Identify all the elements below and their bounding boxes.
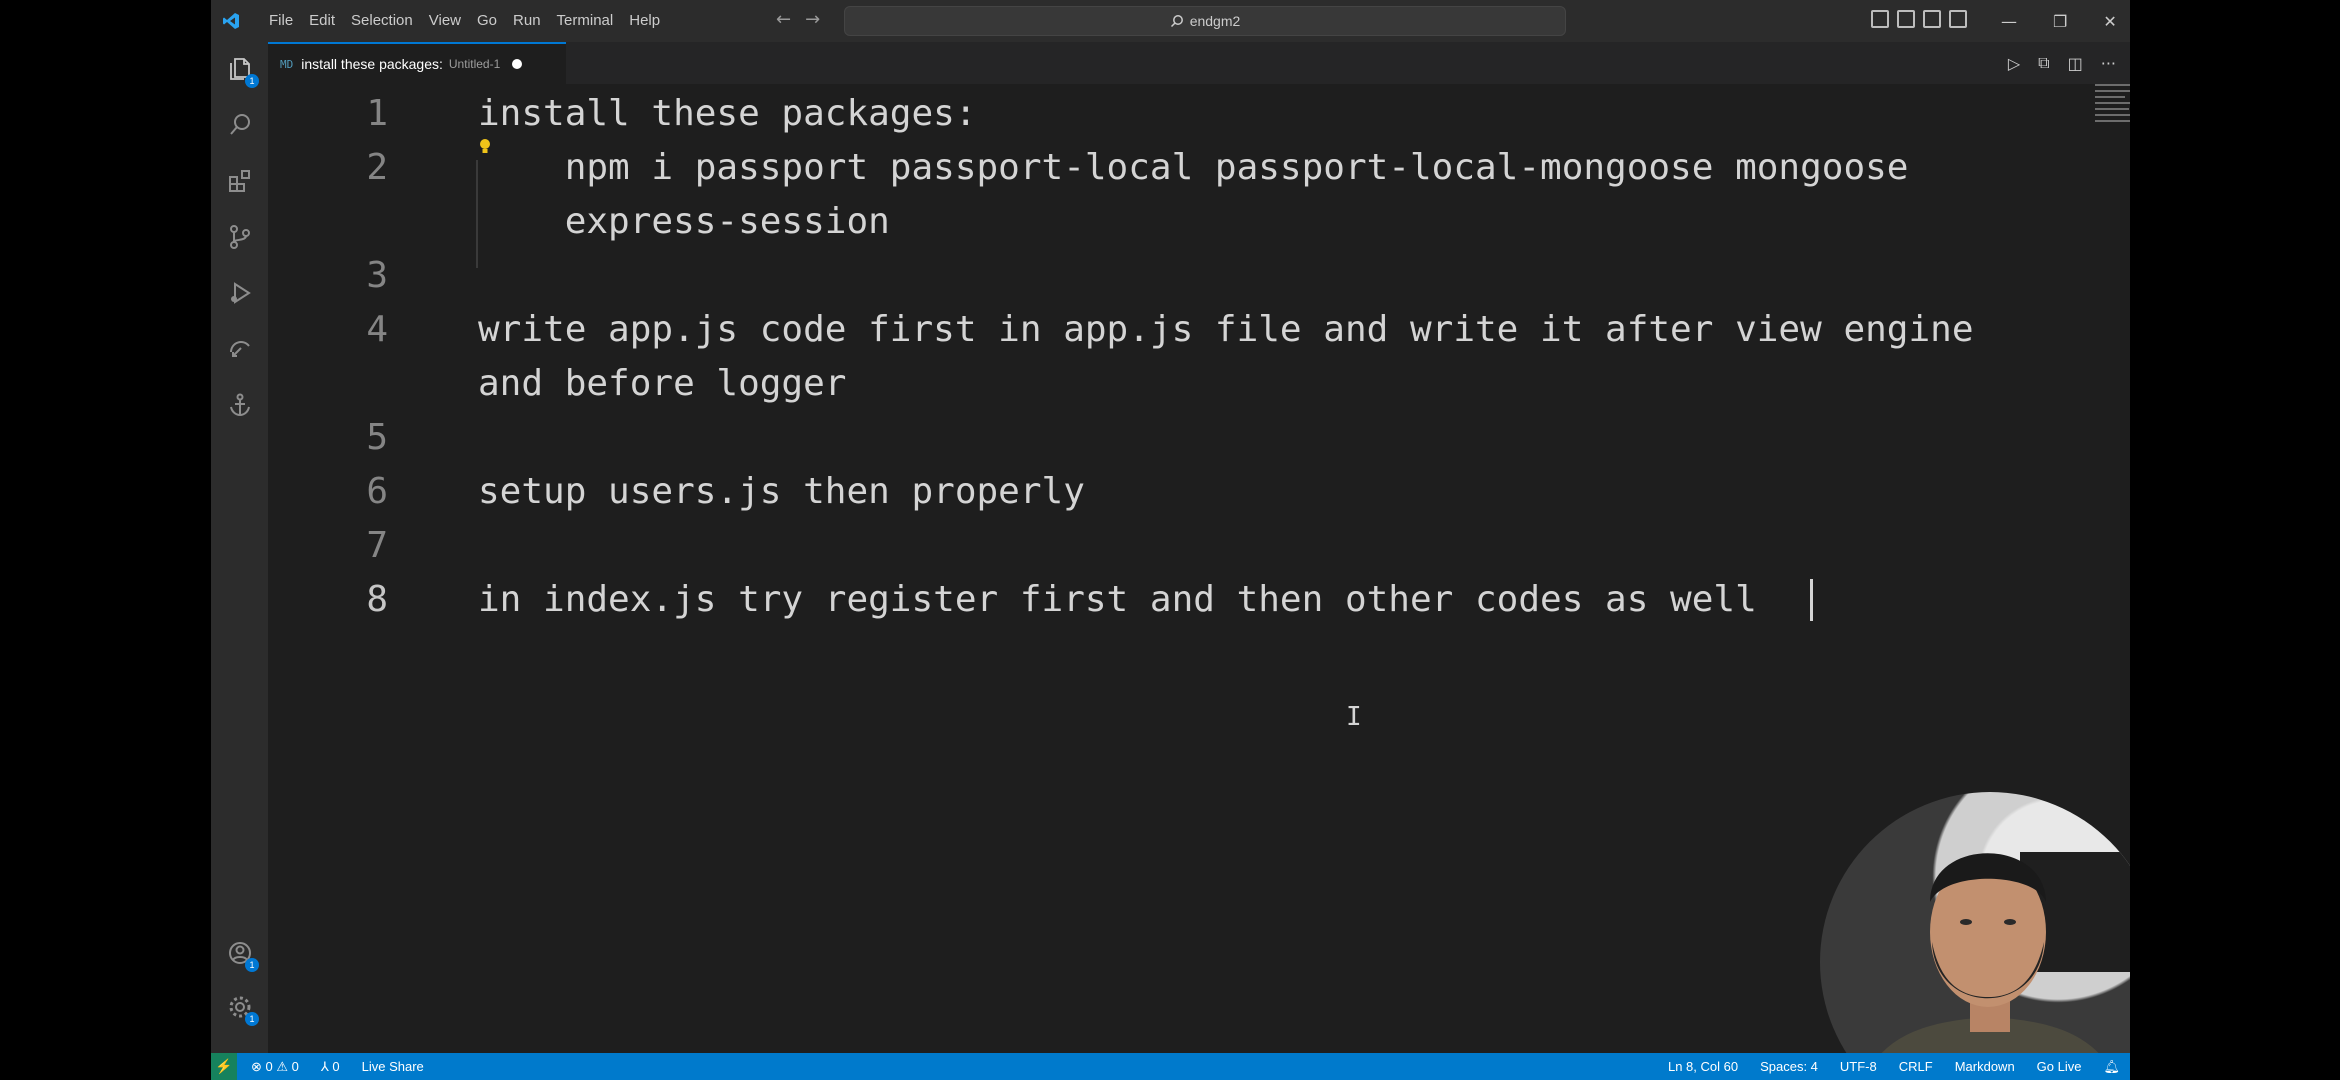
more-actions-icon[interactable]: ··· [2101, 54, 2116, 73]
cursor-position[interactable]: Ln 8, Col 60 [1668, 1059, 1738, 1074]
minimap[interactable] [2095, 84, 2130, 134]
mouse-ibeam-icon: I [1346, 702, 1362, 732]
problems-indicator[interactable]: ⊗ 0 ⚠ 0 [251, 1059, 299, 1075]
command-center-search[interactable]: endgm2 [844, 6, 1566, 36]
menu-help[interactable]: Help [621, 0, 668, 42]
anchor-glyph-icon [230, 393, 250, 417]
navigation-arrows: ← → [776, 9, 820, 30]
status-right: Ln 8, Col 60 Spaces: 4 UTF-8 CRLF Markdo… [1668, 1053, 2120, 1080]
remote-indicator[interactable]: ⚡ [211, 1053, 237, 1080]
live-share-button[interactable]: Live Share [362, 1059, 424, 1074]
editor-actions: ▷ ⧉ ◫ ··· [2008, 42, 2116, 84]
manage-gear-icon[interactable]: 1 [225, 992, 259, 1026]
editor-tabs: MD install these packages: Untitled-1 ▷ … [268, 42, 2130, 84]
minimize-icon[interactable]: — [2001, 12, 2017, 31]
restore-icon[interactable]: ❐ [2053, 12, 2067, 31]
menu-edit[interactable]: Edit [301, 0, 343, 42]
run-debug-icon[interactable] [225, 278, 255, 308]
markdown-file-icon: MD [280, 57, 294, 71]
line-number: 4 [366, 309, 388, 350]
menu-run[interactable]: Run [505, 0, 549, 42]
manage-badge: 1 [245, 1012, 259, 1026]
back-arrow-icon[interactable]: ← [776, 9, 791, 30]
presenter-video-icon [1863, 852, 2130, 1080]
code-line: write app.js code first in app.js file a… [478, 309, 1974, 350]
end-of-line[interactable]: CRLF [1899, 1059, 1933, 1074]
tab-untitled-1[interactable]: MD install these packages: Untitled-1 [268, 42, 566, 84]
menu-file[interactable]: File [261, 0, 301, 42]
code-line: setup users.js then properly [478, 471, 1085, 512]
ports-indicator[interactable]: ⅄ 0 [321, 1059, 340, 1075]
unsaved-dot-icon[interactable] [512, 59, 523, 69]
text-cursor [1810, 579, 1813, 621]
status-bar: ⚡ ⊗ 0 ⚠ 0 ⅄ 0 Live Share Ln 8, Col 60 Sp… [211, 1053, 2130, 1080]
workspace-name: endgm2 [1189, 13, 1241, 29]
explorer-badge: 1 [245, 74, 259, 88]
menu-view[interactable]: View [421, 0, 469, 42]
code-line-wrap: express-session [478, 201, 890, 242]
vscode-window: File Edit Selection View Go Run Terminal… [211, 0, 2130, 1080]
status-left: ⊗ 0 ⚠ 0 ⅄ 0 Live Share [251, 1053, 424, 1080]
layout-controls [1871, 10, 1967, 28]
vscode-logo-icon [223, 13, 239, 29]
webcam-overlay [1820, 792, 2130, 1080]
explorer-icon[interactable]: 1 [225, 54, 259, 88]
forward-arrow-icon[interactable]: → [805, 9, 820, 30]
toggle-secondary-sidebar-icon[interactable] [1923, 10, 1941, 28]
line-number: 1 [366, 93, 388, 134]
code-line: npm i passport passport-local passport-l… [478, 147, 1909, 188]
menu-go[interactable]: Go [469, 0, 505, 42]
encoding[interactable]: UTF-8 [1840, 1059, 1877, 1074]
branch-icon [230, 225, 250, 249]
close-icon[interactable]: ✕ [2103, 12, 2116, 31]
indentation[interactable]: Spaces: 4 [1760, 1059, 1818, 1074]
line-number-active: 8 [366, 579, 388, 620]
extensions-icon[interactable] [225, 166, 255, 196]
remote-icon [230, 341, 250, 357]
accounts-badge: 1 [245, 958, 259, 972]
source-control-icon[interactable] [225, 222, 255, 252]
split-editor-icon[interactable]: ◫ [2068, 54, 2083, 73]
line-number: 7 [366, 525, 388, 566]
activity-bar: 1 1 1 [211, 42, 268, 1053]
magnifier-icon [230, 114, 250, 135]
blocks-icon [229, 170, 250, 192]
anchor-icon[interactable] [225, 390, 255, 420]
tab-description: Untitled-1 [448, 57, 501, 71]
tab-label: install these packages: [301, 56, 443, 72]
notifications-bell-icon[interactable]: 🔔︎ [2103, 1059, 2120, 1075]
code-line: install these packages: [478, 93, 977, 134]
code-line-active: in index.js try register first and then … [478, 579, 1757, 620]
code-line-wrap: and before logger [478, 363, 847, 404]
toggle-primary-sidebar-icon[interactable] [1871, 10, 1889, 28]
search-icon [1170, 15, 1183, 28]
play-bug-icon [231, 282, 251, 304]
remote-explorer-icon[interactable] [225, 334, 255, 364]
open-preview-icon[interactable]: ⧉ [2038, 53, 2049, 73]
accounts-icon[interactable]: 1 [225, 938, 259, 972]
line-number: 3 [366, 255, 388, 296]
go-live-button[interactable]: Go Live [2037, 1059, 2082, 1074]
text-editor[interactable]: 1 install these packages: 2 npm i passpo… [268, 84, 2130, 1080]
line-number: 2 [366, 147, 388, 188]
window-controls: — ❐ ✕ [2001, 0, 2117, 42]
line-number: 5 [366, 417, 388, 458]
line-number: 6 [366, 471, 388, 512]
language-mode[interactable]: Markdown [1955, 1059, 2015, 1074]
run-icon[interactable]: ▷ [2008, 54, 2020, 73]
search-icon[interactable] [225, 110, 255, 140]
title-bar: File Edit Selection View Go Run Terminal… [211, 0, 2130, 42]
menu-selection[interactable]: Selection [343, 0, 421, 42]
menu-bar: File Edit Selection View Go Run Terminal… [261, 0, 668, 42]
customize-layout-icon[interactable] [1949, 10, 1967, 28]
toggle-panel-icon[interactable] [1897, 10, 1915, 28]
menu-terminal[interactable]: Terminal [549, 0, 622, 42]
